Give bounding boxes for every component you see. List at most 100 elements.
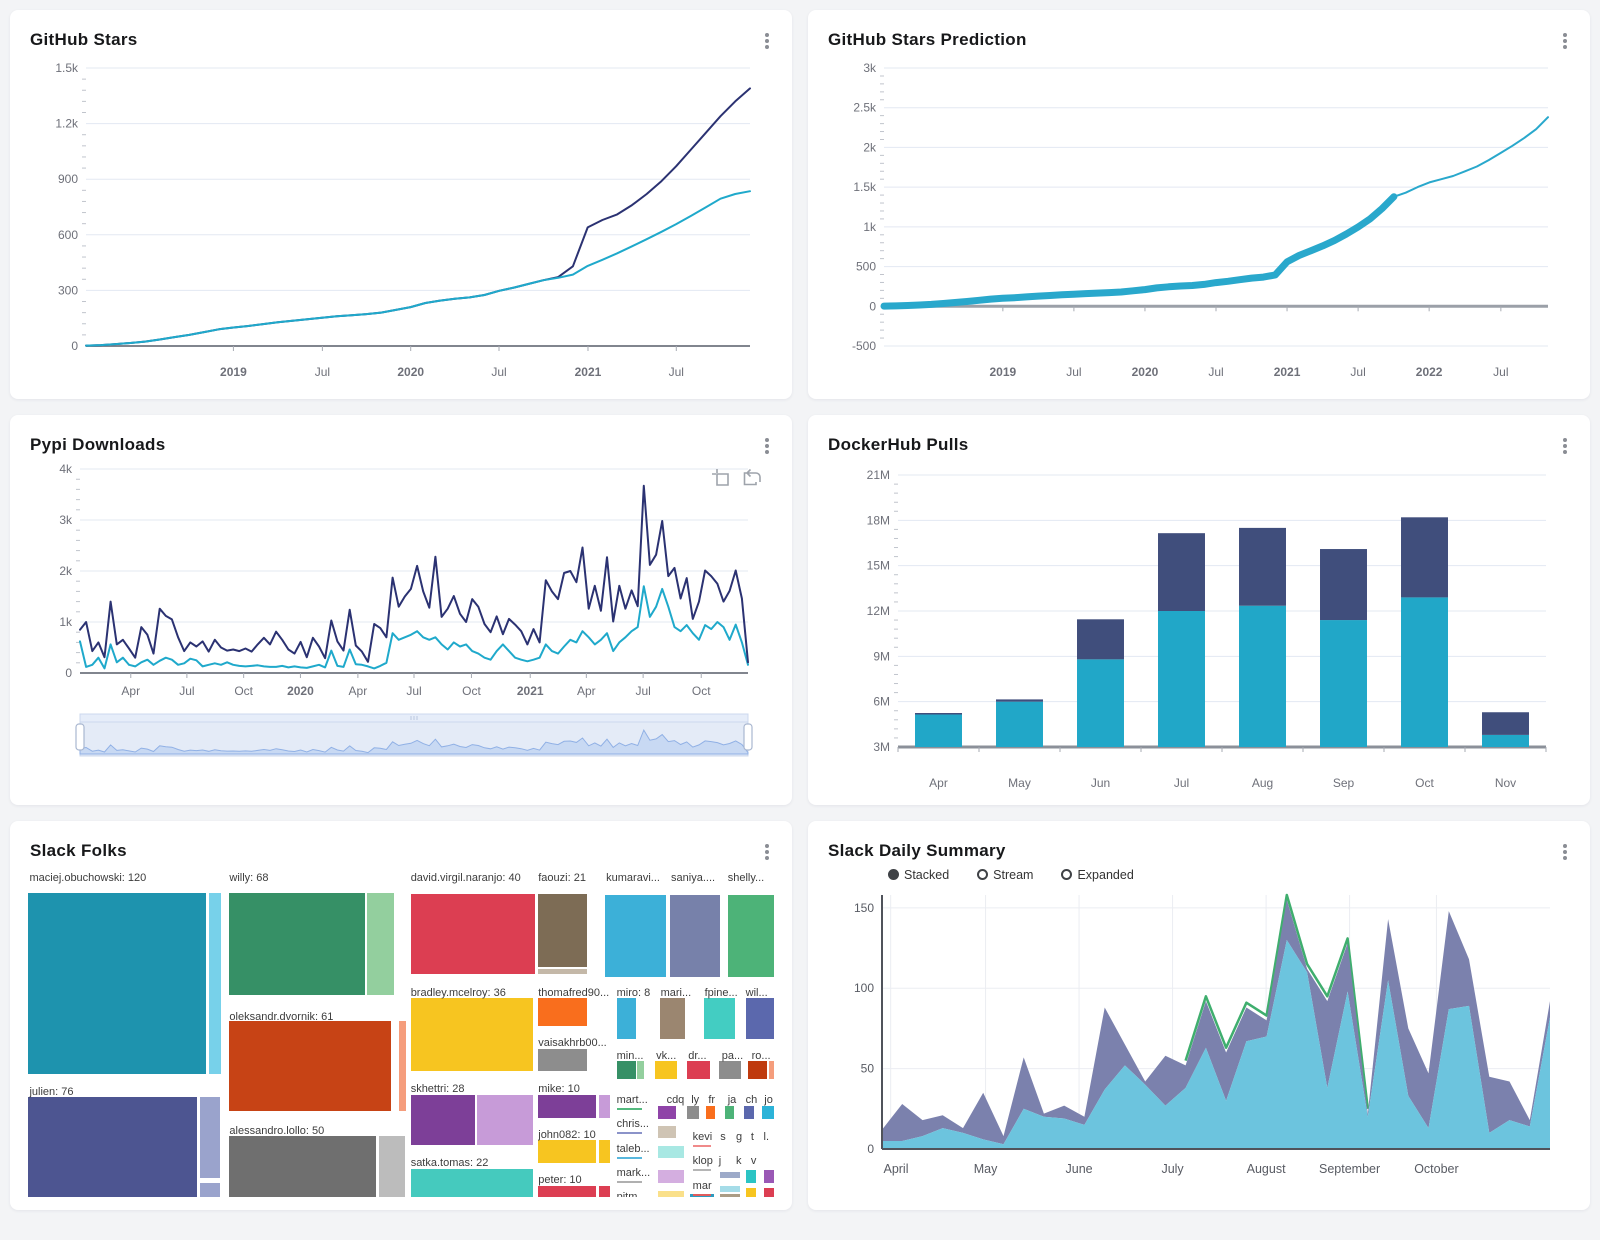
treemap-label: peter: 10 xyxy=(538,1174,581,1186)
treemap-block[interactable] xyxy=(637,1061,644,1079)
treemap-block[interactable] xyxy=(617,1132,642,1134)
treemap-block[interactable] xyxy=(655,1061,677,1079)
svg-text:1.5k: 1.5k xyxy=(55,61,79,75)
kebab-menu-icon[interactable] xyxy=(1558,30,1572,52)
treemap-block[interactable] xyxy=(411,1095,475,1145)
bar-segment[interactable] xyxy=(1239,528,1286,606)
treemap-block[interactable] xyxy=(229,893,366,996)
treemap-block[interactable] xyxy=(746,1170,756,1183)
treemap-block[interactable] xyxy=(658,1146,683,1158)
kebab-menu-icon[interactable] xyxy=(760,30,774,52)
svg-text:October: October xyxy=(1414,1162,1458,1176)
legend-item-stacked[interactable]: Stacked xyxy=(888,868,949,882)
treemap-block[interactable] xyxy=(687,1061,710,1079)
bar-segment[interactable] xyxy=(996,702,1043,747)
treemap-block[interactable] xyxy=(538,894,587,967)
bar-segment[interactable] xyxy=(1158,534,1205,612)
bar-segment[interactable] xyxy=(1401,598,1448,748)
bar-segment[interactable] xyxy=(1077,620,1124,660)
treemap-block[interactable] xyxy=(538,1140,597,1163)
slider-handle-right[interactable] xyxy=(744,724,752,750)
kebab-menu-icon[interactable] xyxy=(760,435,774,457)
treemap-block[interactable] xyxy=(617,1108,642,1110)
treemap-block[interactable] xyxy=(719,1061,741,1079)
bar-segment[interactable] xyxy=(1320,620,1367,747)
bar-segment[interactable] xyxy=(915,715,962,747)
treemap-label: l. xyxy=(764,1131,770,1143)
treemap-block[interactable] xyxy=(605,895,665,977)
treemap-block[interactable] xyxy=(658,1170,683,1183)
treemap-block[interactable] xyxy=(687,1106,699,1119)
treemap-block[interactable] xyxy=(746,998,774,1039)
zoom-select-icon[interactable] xyxy=(710,467,730,487)
treemap-block[interactable] xyxy=(28,1097,197,1196)
treemap-block[interactable] xyxy=(229,1136,377,1196)
treemap-block[interactable] xyxy=(379,1136,405,1196)
bar-segment[interactable] xyxy=(1158,611,1205,747)
treemap-block[interactable] xyxy=(764,1170,774,1183)
treemap-block[interactable] xyxy=(670,895,720,977)
treemap-block[interactable] xyxy=(693,1169,711,1171)
treemap-block[interactable] xyxy=(720,1172,741,1178)
bar-segment[interactable] xyxy=(1239,606,1286,747)
bar-segment[interactable] xyxy=(1482,713,1529,736)
kebab-menu-icon[interactable] xyxy=(1558,841,1572,863)
treemap-block[interactable] xyxy=(658,1126,676,1138)
treemap-block[interactable] xyxy=(658,1191,683,1197)
treemap-block[interactable] xyxy=(367,893,393,996)
legend-item-expanded[interactable]: Expanded xyxy=(1061,868,1133,882)
treemap-block[interactable] xyxy=(744,1106,754,1119)
treemap-block[interactable] xyxy=(229,1021,392,1110)
treemap-block[interactable] xyxy=(538,998,587,1026)
treemap-block[interactable] xyxy=(658,1106,676,1119)
treemap-block[interactable] xyxy=(399,1021,406,1110)
bar-segment[interactable] xyxy=(996,700,1043,702)
treemap-block[interactable] xyxy=(538,1095,597,1118)
treemap-block[interactable] xyxy=(748,1061,767,1079)
treemap-block[interactable] xyxy=(764,1188,774,1197)
treemap-block[interactable] xyxy=(617,998,636,1039)
kebab-menu-icon[interactable] xyxy=(1558,435,1572,457)
treemap-block[interactable] xyxy=(599,1140,609,1163)
treemap-block[interactable] xyxy=(538,1049,587,1071)
treemap-block[interactable] xyxy=(762,1106,774,1119)
treemap-block[interactable] xyxy=(704,998,735,1039)
bar-segment[interactable] xyxy=(915,713,962,715)
treemap-block[interactable] xyxy=(200,1097,219,1177)
treemap-block[interactable] xyxy=(725,1106,735,1119)
treemap-block[interactable] xyxy=(617,1157,642,1159)
treemap-block[interactable] xyxy=(538,969,587,974)
svg-text:2022: 2022 xyxy=(1416,365,1443,379)
restore-icon[interactable] xyxy=(742,467,762,487)
treemap-block[interactable] xyxy=(599,1186,609,1197)
legend-item-stream[interactable]: Stream xyxy=(977,868,1033,882)
treemap-block[interactable] xyxy=(477,1095,533,1145)
treemap-block[interactable] xyxy=(769,1061,774,1079)
github-stars-prediction-chart: -50005001k1.5k2k2.5k3k2019Jul2020Jul2021… xyxy=(826,54,1572,386)
treemap-block[interactable] xyxy=(617,1181,642,1183)
bar-segment[interactable] xyxy=(1320,549,1367,620)
treemap-block[interactable] xyxy=(660,998,685,1039)
treemap-block[interactable] xyxy=(706,1106,715,1119)
bar-segment[interactable] xyxy=(1482,735,1529,747)
treemap-block[interactable] xyxy=(411,1169,533,1197)
treemap-block[interactable] xyxy=(209,893,222,1074)
treemap-block[interactable] xyxy=(693,1194,711,1196)
datazoom-slider[interactable] xyxy=(28,710,774,762)
treemap-block[interactable] xyxy=(720,1194,741,1197)
kebab-menu-icon[interactable] xyxy=(760,841,774,863)
treemap-block[interactable] xyxy=(728,895,774,977)
bar-segment[interactable] xyxy=(1401,518,1448,598)
treemap-block[interactable] xyxy=(693,1145,711,1147)
treemap-block[interactable] xyxy=(28,893,206,1074)
treemap-block[interactable] xyxy=(720,1186,741,1192)
treemap-block[interactable] xyxy=(617,1061,636,1079)
treemap-block[interactable] xyxy=(538,1186,597,1197)
slider-handle-left[interactable] xyxy=(76,724,84,750)
treemap-block[interactable] xyxy=(746,1188,756,1197)
treemap-block[interactable] xyxy=(599,1095,609,1118)
treemap-block[interactable] xyxy=(411,894,536,974)
treemap-block[interactable] xyxy=(200,1183,219,1197)
treemap-block[interactable] xyxy=(411,998,533,1070)
bar-segment[interactable] xyxy=(1077,660,1124,748)
